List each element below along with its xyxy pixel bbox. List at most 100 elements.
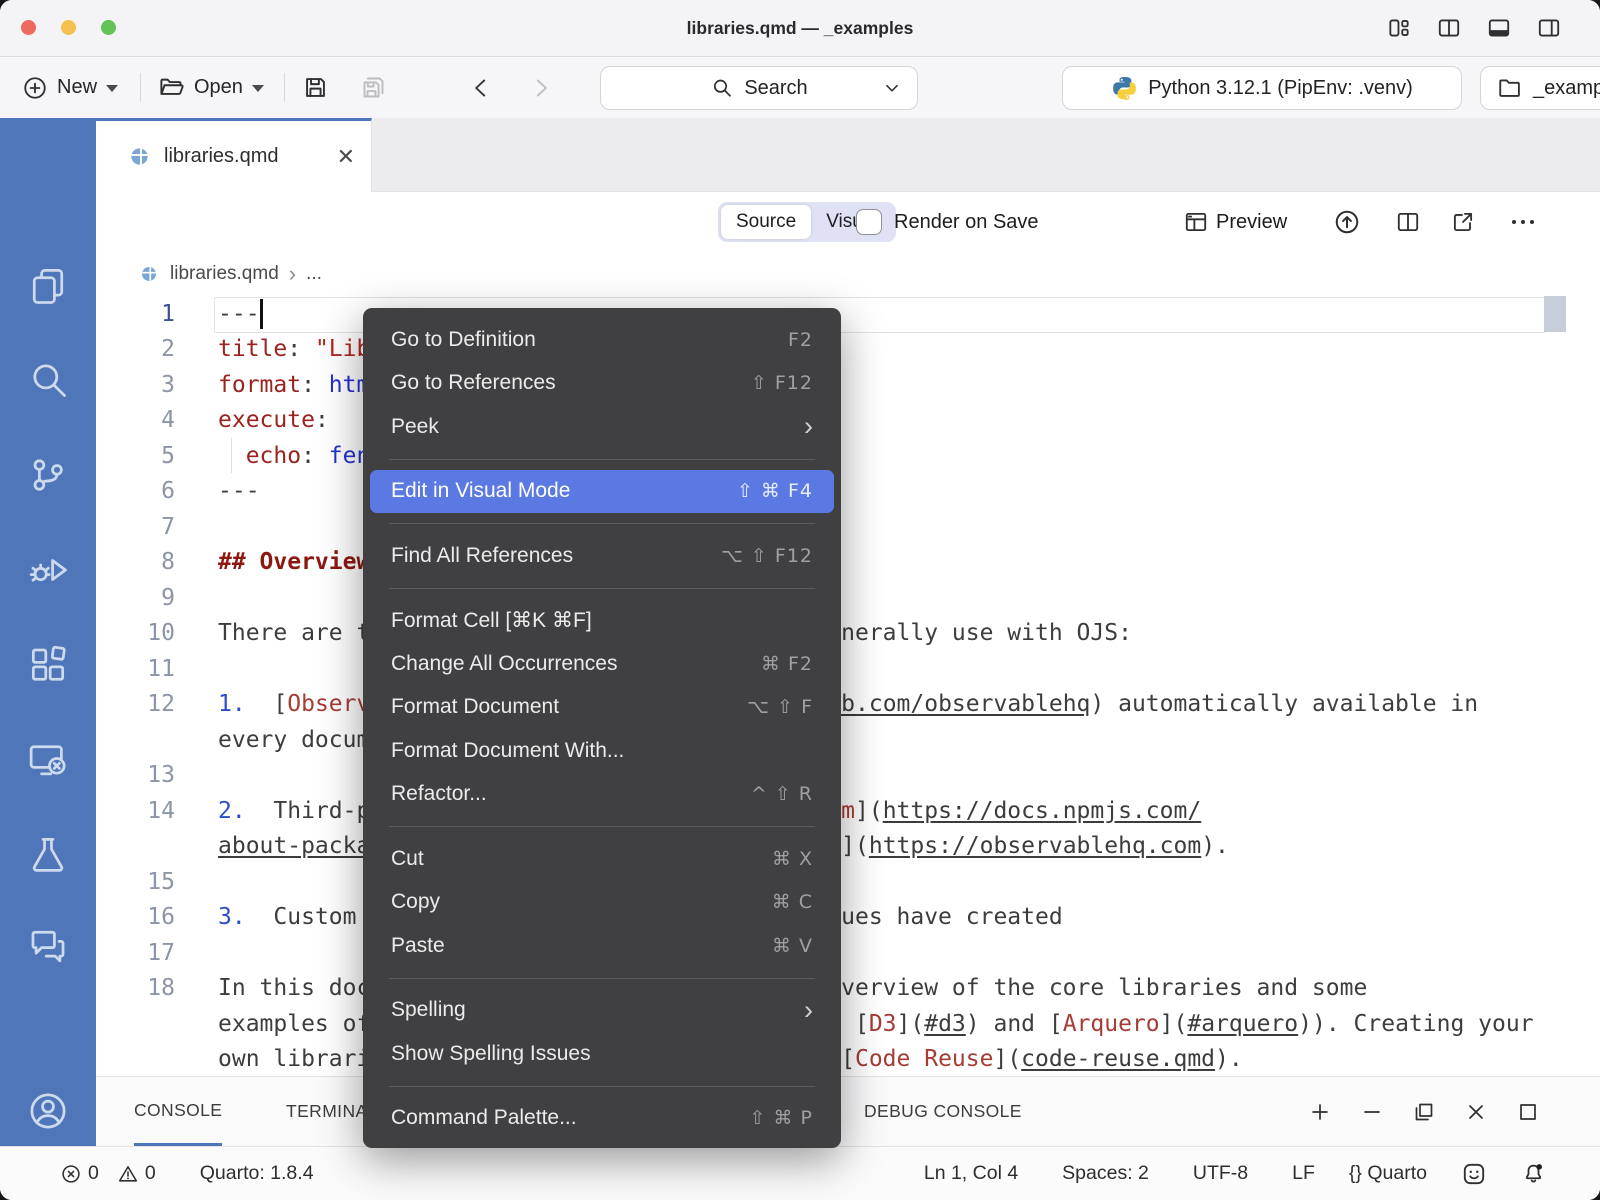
- text-cursor: [260, 299, 263, 329]
- menu-item-format-cell-k-f[interactable]: Format Cell [⌘K ⌘F]: [363, 599, 841, 643]
- maximize-panel-icon[interactable]: [1516, 1100, 1540, 1124]
- code-line[interactable]: 9: [96, 580, 1600, 616]
- preview-button[interactable]: Preview: [1216, 192, 1287, 252]
- tab-libraries-qmd[interactable]: libraries.qmd ✕: [96, 118, 372, 192]
- comments-icon[interactable]: [26, 924, 70, 968]
- menu-item-format-document-with[interactable]: Format Document With...: [363, 729, 841, 773]
- menu-item-peek[interactable]: Peek›: [363, 405, 841, 449]
- panel-layout-icon[interactable]: [1486, 15, 1512, 41]
- code-line[interactable]: 1---: [96, 296, 1600, 332]
- restore-panel-icon[interactable]: [1412, 1100, 1436, 1124]
- cursor-position[interactable]: Ln 1, Col 4: [924, 1162, 1018, 1185]
- code-line[interactable]: 6---: [96, 474, 1600, 510]
- interpreter-selector[interactable]: Python 3.12.1 (PipEnv: .venv): [1062, 66, 1462, 110]
- custom-layout-icon[interactable]: [1386, 15, 1412, 41]
- menu-item-spelling[interactable]: Spelling›: [363, 989, 841, 1033]
- menu-item-format-document[interactable]: Format Document⌥ ⇧ F: [363, 686, 841, 730]
- open-button[interactable]: Open: [158, 57, 264, 118]
- workspace-selector[interactable]: _examples: [1480, 66, 1600, 110]
- code-line[interactable]: 8## Overview: [96, 545, 1600, 581]
- run-debug-icon[interactable]: [26, 548, 70, 592]
- menu-separator: [389, 588, 815, 589]
- render-icon[interactable]: [1333, 208, 1361, 236]
- warnings-icon[interactable]: [117, 1163, 139, 1185]
- split-editor-layout-icon[interactable]: [1436, 15, 1462, 41]
- errors-icon[interactable]: [60, 1163, 82, 1185]
- split-editor-icon[interactable]: [1395, 209, 1421, 235]
- breadcrumb[interactable]: libraries.qmd › ...: [96, 252, 1600, 296]
- top-action-bar: New Open Search Python 3.12.1 (P: [0, 57, 1600, 119]
- menu-item-change-all-occurrences[interactable]: Change All Occurrences⌘ F2: [363, 642, 841, 686]
- code-line[interactable]: 2title: "Libraries": [96, 332, 1600, 368]
- menu-item-command-palette[interactable]: Command Palette...⇧ ⌘ P: [363, 1097, 841, 1141]
- render-on-save-checkbox[interactable]: [856, 209, 882, 235]
- code-line[interactable]: examples of using third-party libraries …: [96, 1006, 1600, 1042]
- open-in-new-window-icon[interactable]: [1450, 209, 1476, 235]
- code-line[interactable]: 10There are three types of libraries you…: [96, 616, 1600, 652]
- back-button[interactable]: [468, 57, 494, 118]
- menu-item-label: Spelling: [391, 998, 804, 1022]
- close-panel-icon[interactable]: [1464, 1100, 1488, 1124]
- testing-icon[interactable]: [26, 833, 70, 877]
- panel-tab-console[interactable]: CONSOLE: [134, 1077, 222, 1146]
- code-line[interactable]: every document.: [96, 722, 1600, 758]
- code-line[interactable]: 163. Custom libraries that you or your c…: [96, 900, 1600, 936]
- code-editor[interactable]: 1---2title: "Libraries"3format: html4exe…: [96, 296, 1600, 1076]
- search-box[interactable]: Search: [600, 66, 918, 110]
- menu-item-show-spelling-issues[interactable]: Show Spelling Issues: [363, 1032, 841, 1076]
- code-line[interactable]: 17: [96, 935, 1600, 971]
- eol-sequence[interactable]: LF: [1292, 1162, 1315, 1185]
- code-line[interactable]: 121. [Observable core libraries](https:/…: [96, 687, 1600, 723]
- remote-sessions-icon[interactable]: [26, 738, 70, 782]
- menu-item-paste[interactable]: Paste⌘ V: [363, 924, 841, 968]
- minimize-panel-icon[interactable]: [1360, 1100, 1384, 1124]
- more-actions-icon[interactable]: [1506, 209, 1540, 235]
- quarto-version[interactable]: Quarto: 1.8.4: [200, 1162, 314, 1185]
- menu-item-shortcut: ^ ⇧ R: [751, 783, 813, 805]
- source-mode-button[interactable]: Source: [721, 205, 811, 239]
- search-placeholder: Search: [744, 77, 807, 100]
- code-line[interactable]: 7: [96, 509, 1600, 545]
- new-button[interactable]: New: [22, 57, 118, 118]
- code-line[interactable]: 5 echo: fenced: [96, 438, 1600, 474]
- code-line[interactable]: 142. Third-party JavaScript libraries fr…: [96, 793, 1600, 829]
- save-button[interactable]: [302, 57, 329, 118]
- search-icon[interactable]: [26, 358, 70, 402]
- code-line[interactable]: 15: [96, 864, 1600, 900]
- explorer-icon[interactable]: [26, 264, 70, 308]
- save-all-button[interactable]: [360, 57, 387, 118]
- account-icon[interactable]: [26, 1089, 70, 1133]
- code-line[interactable]: own libraries and sharing them is covere…: [96, 1042, 1600, 1078]
- secondary-sidebar-icon[interactable]: [1536, 15, 1562, 41]
- menu-item-cut[interactable]: Cut⌘ X: [363, 837, 841, 881]
- extensions-icon[interactable]: [26, 643, 70, 687]
- code-line[interactable]: 3format: html: [96, 367, 1600, 403]
- menu-item-refactor[interactable]: Refactor...^ ⇧ R: [363, 773, 841, 817]
- menu-item-label: Format Document With...: [391, 739, 813, 763]
- indentation[interactable]: Spaces: 2: [1062, 1162, 1149, 1185]
- scrollbar-thumb[interactable]: [1544, 296, 1566, 332]
- menu-item-find-all-references[interactable]: Find All References⌥ ⇧ F12: [363, 534, 841, 578]
- code-line[interactable]: about-packages-and-modules) and [Observa…: [96, 829, 1600, 865]
- menu-item-go-to-references[interactable]: Go to References⇧ F12: [363, 362, 841, 406]
- menu-item-copy[interactable]: Copy⌘ C: [363, 881, 841, 925]
- source-control-icon[interactable]: [26, 453, 70, 497]
- close-icon[interactable]: ✕: [337, 144, 355, 170]
- code-line[interactable]: 13: [96, 758, 1600, 794]
- encoding[interactable]: UTF-8: [1193, 1162, 1248, 1185]
- warnings-count[interactable]: 0: [145, 1162, 156, 1185]
- code-line[interactable]: 4execute:: [96, 403, 1600, 439]
- new-console-plus-icon[interactable]: [1308, 1100, 1332, 1124]
- notifications-bell-icon[interactable]: [1521, 1161, 1546, 1186]
- code-line[interactable]: 11: [96, 651, 1600, 687]
- menu-item-edit-in-visual-mode[interactable]: Edit in Visual Mode⇧ ⌘ F4: [370, 470, 834, 514]
- language-mode[interactable]: {} Quarto: [1349, 1162, 1427, 1185]
- menu-item-go-to-definition[interactable]: Go to DefinitionF2: [363, 318, 841, 362]
- menu-item-shortcut: ⇧ F12: [751, 372, 813, 394]
- errors-count[interactable]: 0: [88, 1162, 99, 1185]
- forward-button[interactable]: [528, 57, 554, 118]
- feedback-smiley-icon[interactable]: [1461, 1161, 1487, 1187]
- menu-separator: [389, 978, 815, 979]
- panel-tab-debug-console[interactable]: DEBUG CONSOLE: [864, 1077, 1022, 1146]
- code-line[interactable]: 18In this document we'll provide a high-…: [96, 971, 1600, 1007]
